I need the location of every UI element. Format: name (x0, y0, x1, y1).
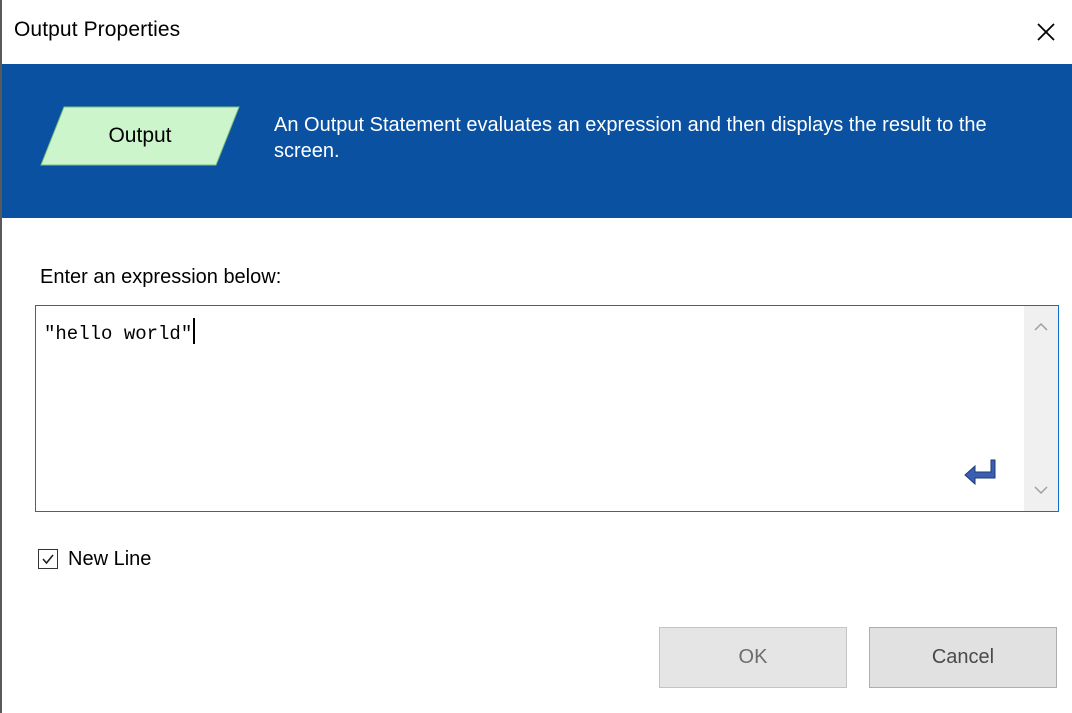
expression-prompt-label: Enter an expression below: (40, 266, 282, 288)
ok-button[interactable]: OK (659, 627, 847, 688)
output-properties-dialog: Output Properties Output An Output State… (0, 0, 1072, 713)
cancel-button[interactable]: Cancel (869, 627, 1057, 688)
new-line-label: New Line (68, 547, 152, 570)
text-caret (193, 318, 196, 344)
new-line-checkbox[interactable] (38, 549, 58, 569)
close-button[interactable] (1024, 10, 1068, 54)
checkmark-icon (42, 554, 54, 565)
banner-description: An Output Statement evaluates an express… (274, 114, 987, 162)
output-shape: Output (40, 106, 240, 166)
title-bar: Output Properties (2, 0, 1072, 64)
info-banner: Output An Output Statement evaluates an … (2, 64, 1072, 218)
enter-icon[interactable] (961, 456, 1001, 490)
output-shape-label: Output (108, 124, 172, 147)
scroll-down-button[interactable] (1024, 473, 1058, 507)
dialog-title: Output Properties (14, 18, 181, 41)
expression-input[interactable]: "hello world" (35, 305, 1059, 512)
scroll-up-button[interactable] (1024, 310, 1058, 344)
vertical-scrollbar[interactable] (1024, 306, 1058, 511)
chevron-up-icon (1034, 322, 1048, 331)
expression-text[interactable]: "hello world" (44, 318, 196, 345)
new-line-option[interactable]: New Line (38, 546, 151, 572)
close-icon (1037, 23, 1055, 41)
expression-value: "hello world" (44, 323, 193, 345)
chevron-down-icon (1034, 486, 1048, 495)
